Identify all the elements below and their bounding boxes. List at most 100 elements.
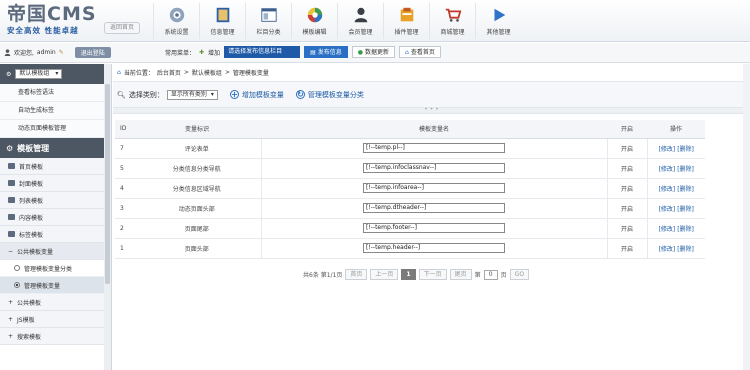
- prev-page-button[interactable]: 上一页: [370, 269, 399, 280]
- col-id: ID: [115, 120, 133, 139]
- crumb-home[interactable]: 后台首页: [157, 68, 181, 77]
- table-header-row: ID 变量标识 模板变量名 开启 操作: [115, 120, 705, 139]
- plus-icon: +: [8, 332, 14, 340]
- row-mark: 评论表单: [133, 138, 262, 159]
- edit-link[interactable]: [修改]: [659, 186, 676, 193]
- quick-add-link[interactable]: 增加: [208, 48, 220, 57]
- sidebar-scroll-thumb[interactable]: [105, 84, 110, 284]
- nav-member-manage[interactable]: 会员管理: [337, 3, 383, 39]
- delete-link[interactable]: [删除]: [677, 186, 694, 193]
- row-enabled: 开启: [607, 218, 648, 239]
- row-actions: [修改] [删除]: [647, 238, 705, 259]
- sidebar-item-tag-syntax[interactable]: 查看标签语法: [0, 84, 111, 102]
- sidebar-item-public-template[interactable]: + 公共模板: [0, 294, 111, 311]
- next-page-button[interactable]: 下一页: [418, 269, 447, 280]
- sidebar-item-var-class[interactable]: 管理模板变量分类: [0, 260, 111, 277]
- sidebar-scrollbar[interactable]: [104, 64, 111, 370]
- logo: 帝国CMS 安全高效 性能卓越: [7, 4, 97, 36]
- var-name-field[interactable]: [!--temp.infoarea--]: [363, 183, 505, 193]
- sidebar-item-auto-tag[interactable]: 自动生成标签: [0, 102, 111, 120]
- nav-other-manage[interactable]: 其他管理: [475, 3, 521, 39]
- edit-profile-icon[interactable]: ✎: [59, 49, 64, 56]
- delete-link[interactable]: [删除]: [677, 146, 694, 153]
- page-scrollbar[interactable]: [743, 64, 750, 370]
- row-enabled: 开启: [607, 178, 648, 199]
- nav-system-settings[interactable]: 系统设置: [153, 3, 199, 39]
- edit-link[interactable]: [修改]: [659, 166, 676, 173]
- sidebar-item-list-template[interactable]: 列表模板: [0, 192, 111, 209]
- row-id: 1: [115, 238, 133, 259]
- row-enabled: 开启: [607, 138, 648, 159]
- crumb-group[interactable]: 默认模板组: [192, 68, 222, 77]
- nav-shop-manage[interactable]: 商城管理: [429, 3, 475, 39]
- delete-link[interactable]: [删除]: [677, 166, 694, 173]
- page-input[interactable]: 0: [483, 269, 498, 280]
- row-actions: [修改] [删除]: [647, 218, 705, 239]
- edit-link[interactable]: [修改]: [659, 146, 676, 153]
- template-group-select[interactable]: 默认模板组 ▾: [15, 69, 63, 79]
- column-select[interactable]: 请选择发布信息栏目: [224, 46, 301, 58]
- current-page[interactable]: 1: [401, 269, 416, 280]
- nav-column-class[interactable]: 栏目分类: [245, 3, 291, 39]
- category-select[interactable]: 显示所有类别 ▾: [166, 89, 218, 100]
- gear-icon: ⚙: [6, 143, 14, 153]
- palette-icon: [307, 7, 322, 23]
- var-name-field[interactable]: [!--temp.pl--]: [363, 143, 505, 153]
- row-var-cell: [!--temp.footer--]: [261, 218, 608, 239]
- crumb-current[interactable]: 管理模板变量: [233, 68, 269, 77]
- sidebar-item-js-template[interactable]: + JS模板: [0, 311, 111, 328]
- template-manage-header[interactable]: ⚙ 模板管理: [0, 138, 111, 158]
- delete-link[interactable]: [删除]: [677, 206, 694, 213]
- row-var-cell: [!--temp.header--]: [261, 238, 608, 259]
- sidebar-item-dynamic-template[interactable]: 动态页面模板管理: [0, 120, 111, 138]
- delete-link[interactable]: [删除]: [677, 226, 694, 233]
- category-filter: 🔍︎ 选择类别： 显示所有类别 ▾: [117, 89, 218, 100]
- logout-button[interactable]: 退出登陆: [74, 47, 111, 58]
- table-row: 3 动态页面头部 [!--temp.dtheader--] 开启 [修改] [删除]: [115, 198, 705, 219]
- publish-button[interactable]: ▤ 发布信息: [304, 46, 348, 58]
- nav-template-edit[interactable]: 模板编辑: [291, 3, 337, 39]
- first-page-button[interactable]: 首页: [345, 269, 368, 280]
- sidebar-item-content-template[interactable]: 内容模板: [0, 209, 111, 226]
- update-data-button[interactable]: ● 数据更新: [351, 46, 396, 58]
- sidebar-item-public-vars[interactable]: − 公共模板变量: [0, 243, 111, 260]
- return-home-button[interactable]: 返回首页: [104, 22, 140, 34]
- row-mark: 页面头部: [133, 238, 262, 259]
- edit-link[interactable]: [修改]: [659, 206, 676, 213]
- book-icon: [216, 7, 229, 23]
- view-home-button[interactable]: ⌂ 查看首页: [399, 46, 441, 58]
- var-name-field[interactable]: [!--temp.infoclassnav--]: [363, 163, 505, 173]
- table-row: 5 分类信息分类导航 [!--temp.infoclassnav--] 开启 [修改] …: [115, 158, 705, 179]
- row-enabled: 开启: [607, 238, 648, 259]
- top-header: 帝国CMS 安全高效 性能卓越 返回首页 系统设置 信息管理 栏目分类 模板编辑…: [0, 0, 750, 42]
- publish-icon: ▤: [310, 48, 316, 56]
- var-name-field[interactable]: [!--temp.header--]: [363, 243, 505, 253]
- last-page-button[interactable]: 尾页: [449, 269, 472, 280]
- sidebar-item-index-template[interactable]: 首页模板: [0, 158, 111, 175]
- edit-link[interactable]: [修改]: [659, 226, 676, 233]
- play-icon: [494, 8, 505, 22]
- delete-link[interactable]: [删除]: [677, 246, 694, 253]
- sidebar-item-tag-template[interactable]: 标签模板: [0, 226, 111, 243]
- var-name-field[interactable]: [!--temp.dtheader--]: [363, 203, 505, 213]
- col-var: 模板变量名: [261, 120, 607, 139]
- sidebar-item-search-template[interactable]: + 搜索模板: [0, 328, 111, 345]
- row-mark: 分类信息区域导航: [133, 178, 262, 199]
- breadcrumb: ⌂ 当前位置： 后台首页 > 默认模板组 > 管理模板变量: [113, 64, 750, 82]
- var-name-field[interactable]: [!--temp.footer--]: [363, 223, 505, 233]
- go-button[interactable]: GO: [509, 269, 530, 280]
- row-enabled: 开启: [607, 198, 648, 219]
- row-id: 4: [115, 178, 133, 199]
- edit-link[interactable]: [修改]: [659, 246, 676, 253]
- nav-info-manage[interactable]: 信息管理: [199, 3, 245, 39]
- splitter-handle[interactable]: • • •: [113, 107, 750, 114]
- template-var-table: ID 变量标识 模板变量名 开启 操作 7 评论表单 [!--temp.pl--] 开…: [115, 120, 705, 259]
- radio-icon: [14, 265, 20, 271]
- add-var-link[interactable]: + 增加模板变量: [229, 90, 284, 100]
- nav-plugin-manage[interactable]: 插件管理: [383, 3, 429, 39]
- folder-icon: [8, 197, 15, 203]
- sidebar-item-cover-template[interactable]: 封面模板: [0, 175, 111, 192]
- manage-var-class-link[interactable]: ↻ 管理模板变量分类: [295, 90, 364, 100]
- sidebar-item-var-manage[interactable]: 管理模板变量: [0, 277, 111, 294]
- row-var-cell: [!--temp.pl--]: [261, 138, 608, 159]
